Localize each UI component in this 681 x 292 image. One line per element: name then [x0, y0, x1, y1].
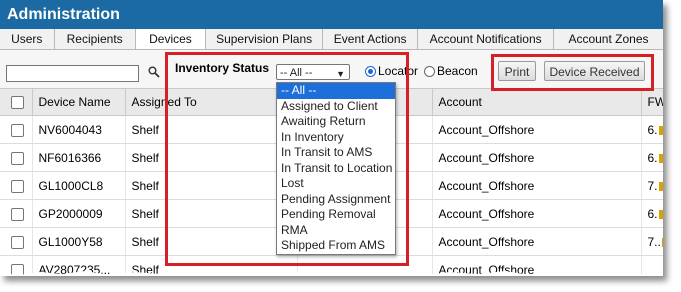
- dropdown-option-lost[interactable]: Lost: [277, 176, 395, 192]
- tab-devices[interactable]: Devices: [135, 29, 207, 49]
- tab-account-notifications[interactable]: Account Notifications: [418, 29, 554, 49]
- row-checkbox[interactable]: [11, 179, 24, 193]
- torn-edge: [0, 271, 663, 276]
- assigned-to-cell: Shelf: [125, 227, 298, 256]
- admin-window: Administration Users Recipients Devices …: [0, 0, 663, 276]
- select-all-checkbox[interactable]: [11, 96, 24, 110]
- tab-bar: Users Recipients Devices Supervision Pla…: [0, 29, 663, 50]
- fw-value: 6.: [647, 122, 658, 137]
- row-checkbox[interactable]: [11, 151, 24, 165]
- locator-radio-label[interactable]: Locator: [378, 64, 418, 78]
- device-name-cell: GP2000009: [32, 199, 126, 228]
- assigned-to-cell: Shelf: [125, 199, 298, 228]
- chevron-down-icon: ▼: [336, 69, 345, 79]
- dropdown-option-shipped-from-ams[interactable]: Shipped From AMS: [277, 238, 395, 254]
- dropdown-option-rma[interactable]: RMA: [277, 223, 395, 239]
- fw-cell: 6.: [641, 115, 663, 144]
- account-cell: Account_Offshore: [432, 199, 642, 228]
- fw-cell: 7..: [641, 227, 663, 256]
- tab-supervision-plans[interactable]: Supervision Plans: [206, 29, 324, 49]
- beacon-radio[interactable]: [424, 66, 435, 77]
- fw-cell: 6.: [641, 143, 663, 172]
- fw-value: 6.: [647, 150, 658, 165]
- fw-cell: 6.: [641, 199, 663, 228]
- dropdown-option-awaiting-return[interactable]: Awaiting Return: [277, 114, 395, 130]
- dropdown-option-in-transit-to-ams[interactable]: In Transit to AMS: [277, 145, 395, 161]
- account-cell: Account_Offshore: [432, 227, 642, 256]
- assigned-to-cell: Shelf: [125, 171, 298, 200]
- row-checkbox-cell: [0, 171, 33, 200]
- tab-recipients[interactable]: Recipients: [55, 29, 136, 49]
- dropdown-option-pending-removal[interactable]: Pending Removal: [277, 207, 395, 223]
- dropdown-option-assigned-to-client[interactable]: Assigned to Client: [277, 99, 395, 115]
- inventory-status-dropdown: -- All -- Assigned to Client Awaiting Re…: [276, 82, 396, 255]
- device-name-cell: NF6016366: [32, 143, 126, 172]
- row-checkbox-cell: [0, 143, 33, 172]
- column-header-fw[interactable]: FW: [641, 89, 663, 116]
- device-received-button[interactable]: Device Received: [544, 61, 645, 81]
- tab-event-actions[interactable]: Event Actions: [323, 29, 419, 49]
- column-header-assigned-to[interactable]: Assigned To: [125, 89, 298, 116]
- search-input[interactable]: [6, 65, 139, 82]
- row-checkbox[interactable]: [11, 235, 24, 249]
- warning-icon: [658, 153, 662, 163]
- locator-radio[interactable]: [365, 66, 376, 77]
- row-checkbox[interactable]: [11, 123, 24, 137]
- column-header-device-name[interactable]: Device Name: [32, 89, 126, 116]
- assigned-to-cell: Shelf: [125, 115, 298, 144]
- inventory-status-select[interactable]: -- All -- ▼: [276, 64, 350, 80]
- account-cell: Account_Offshore: [432, 171, 642, 200]
- inventory-status-value: -- All --: [280, 67, 313, 79]
- account-cell: Account_Offshore: [432, 143, 642, 172]
- device-name-cell: GL1000CL8: [32, 171, 126, 200]
- row-checkbox[interactable]: [11, 207, 24, 221]
- fw-cell: 7.: [641, 171, 663, 200]
- warning-icon: [658, 209, 662, 219]
- tab-account-zones[interactable]: Account Zones: [554, 29, 663, 49]
- fw-value: 7..: [647, 234, 661, 249]
- search-icon[interactable]: [148, 66, 160, 78]
- dropdown-option-in-transit-to-location[interactable]: In Transit to Location: [277, 161, 395, 177]
- account-cell: Account_Offshore: [432, 115, 642, 144]
- column-header-account[interactable]: Account: [432, 89, 642, 116]
- warning-icon: [661, 237, 662, 247]
- row-checkbox-cell: [0, 227, 33, 256]
- fw-value: 7.: [647, 178, 658, 193]
- row-checkbox-cell: [0, 115, 33, 144]
- page-title: Administration: [0, 0, 663, 29]
- warning-icon: [658, 125, 662, 135]
- dropdown-option-pending-assignment[interactable]: Pending Assignment: [277, 192, 395, 208]
- select-all-cell: [0, 89, 33, 116]
- device-name-cell: NV6004043: [32, 115, 126, 144]
- assigned-to-cell: Shelf: [125, 143, 298, 172]
- beacon-radio-label[interactable]: Beacon: [437, 64, 478, 78]
- fw-value: 6.: [647, 206, 658, 221]
- dropdown-option-in-inventory[interactable]: In Inventory: [277, 130, 395, 146]
- tab-users[interactable]: Users: [0, 29, 55, 49]
- row-checkbox-cell: [0, 199, 33, 228]
- print-button[interactable]: Print: [498, 61, 536, 81]
- dropdown-option-all[interactable]: -- All --: [277, 83, 395, 99]
- inventory-status-label: Inventory Status: [175, 61, 270, 75]
- device-name-cell: GL1000Y58: [32, 227, 126, 256]
- warning-icon: [658, 181, 662, 191]
